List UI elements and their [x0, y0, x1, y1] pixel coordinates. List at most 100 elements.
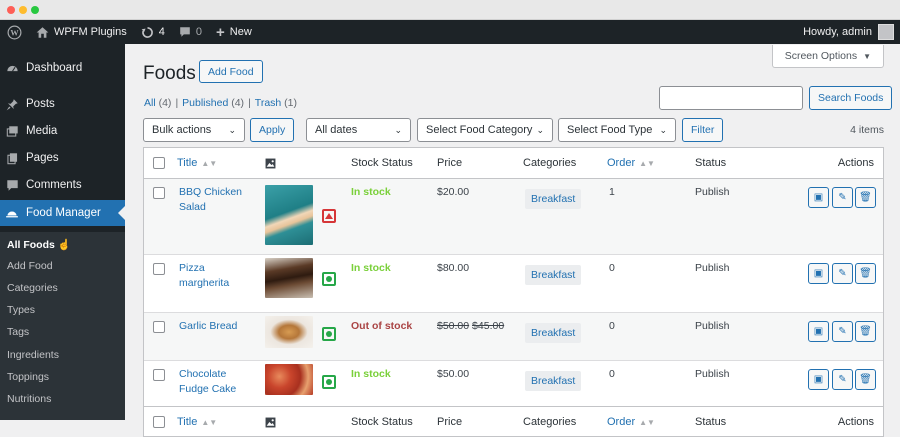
edit-button[interactable]: ✎ [832, 369, 853, 390]
column-header-order[interactable]: Order ▲▼ [607, 148, 655, 178]
submenu-item-toppings[interactable]: Toppings [7, 371, 49, 383]
food-thumbnail [265, 258, 313, 298]
food-category-select[interactable]: Select Food Category ⌄ [417, 118, 553, 142]
sidebar-item-pages[interactable]: Pages [0, 145, 125, 171]
filter-published-link[interactable]: Published [182, 97, 228, 109]
food-thumbnail [265, 364, 313, 395]
chevron-down-icon: ⌄ [659, 124, 667, 135]
edit-button[interactable]: ✎ [832, 321, 853, 342]
food-title-link[interactable]: BBQ Chicken Salad [179, 185, 242, 215]
pushpin-icon [5, 97, 19, 111]
sidebar-item-media[interactable]: Media [0, 118, 125, 144]
column-header-stock: Stock Status [351, 157, 413, 169]
row-checkbox[interactable] [153, 263, 165, 275]
site-name-link[interactable]: WPFM Plugins [29, 20, 134, 44]
updates-link[interactable]: 4 [134, 20, 172, 44]
submenu-item-nutritions[interactable]: Nutritions [7, 393, 51, 405]
search-input[interactable] [659, 86, 803, 110]
submenu-item-add-food[interactable]: Add Food [7, 260, 53, 272]
row-checkbox[interactable] [153, 369, 165, 381]
comments-link[interactable]: 0 [172, 20, 209, 44]
view-button[interactable]: ▣ [808, 369, 829, 390]
food-manager-submenu: All Foods ☝ Add Food Categories Types Ta… [0, 232, 125, 420]
submenu-item-categories[interactable]: Categories [7, 282, 58, 294]
view-button[interactable]: ▣ [808, 321, 829, 342]
price: $80.00 [437, 262, 470, 274]
row-checkbox[interactable] [153, 321, 165, 333]
trash-icon: 🗑 [859, 192, 872, 203]
column-header-title[interactable]: Title ▲▼ [177, 148, 217, 178]
status-value: Publish [695, 320, 730, 332]
view-button[interactable]: ▣ [808, 263, 829, 284]
sidebar-item-comments[interactable]: Comments [0, 172, 125, 198]
delete-button[interactable]: 🗑 [855, 187, 876, 208]
view-icon: ▣ [813, 374, 824, 385]
maximize-window-button[interactable] [31, 6, 39, 14]
sidebar-item-label: Dashboard [26, 62, 83, 74]
search-foods-button[interactable]: Search Foods [809, 86, 893, 110]
submenu-item-types[interactable]: Types [7, 304, 35, 316]
items-count: 4 items [850, 124, 884, 136]
category-badge[interactable]: Breakfast [525, 371, 582, 391]
sidebar-item-label: Food Manager [26, 207, 101, 219]
screen-options-button[interactable]: Screen Options ▼ [771, 45, 884, 68]
status-value: Publish [695, 262, 730, 274]
order-value: 0 [609, 368, 615, 380]
sidebar-item-label: Comments [26, 179, 82, 191]
apply-button[interactable]: Apply [250, 118, 295, 142]
delete-button[interactable]: 🗑 [855, 321, 876, 342]
sort-icon: ▲▼ [639, 417, 655, 427]
main-content: Screen Options ▼ Foods Add Food All (4) … [125, 44, 900, 437]
submenu-item-tags[interactable]: Tags [7, 326, 29, 338]
filter-trash-link[interactable]: Trash [255, 97, 281, 109]
select-all-checkbox[interactable] [153, 157, 165, 169]
sidebar-item-label: Pages [26, 152, 59, 164]
comment-bubble-icon [180, 27, 190, 37]
column-footer-image [265, 407, 276, 437]
minimize-window-button[interactable] [19, 6, 27, 14]
filter-button[interactable]: Filter [682, 118, 724, 142]
food-title-link[interactable]: Chocolate Fudge Cake [179, 367, 236, 397]
submenu-item-all-foods[interactable]: All Foods ☝ [7, 238, 71, 251]
column-header-actions: Actions [837, 157, 874, 169]
delete-button[interactable]: 🗑 [855, 369, 876, 390]
cursor-hand-icon: ☝ [57, 239, 71, 251]
stock-status: In stock [351, 262, 391, 274]
close-window-button[interactable] [7, 6, 15, 14]
filter-all-link[interactable]: All [144, 97, 156, 109]
my-account-link[interactable]: Howdy, admin [803, 24, 900, 40]
food-title-link[interactable]: Pizza margherita [179, 261, 229, 291]
sidebar-item-posts[interactable]: Posts [0, 91, 125, 117]
trash-icon: 🗑 [859, 326, 872, 337]
submenu-item-ingredients[interactable]: Ingredients [7, 349, 59, 361]
column-footer-status: Status [695, 416, 727, 428]
column-footer-title[interactable]: Title ▲▼ [177, 407, 217, 437]
sidebar-item-dashboard[interactable]: Dashboard [0, 55, 125, 81]
select-all-checkbox-footer[interactable] [153, 416, 165, 428]
column-footer-categories: Categories [523, 416, 577, 428]
sidebar-item-food-manager[interactable]: Food Manager [0, 200, 125, 226]
pencil-icon: ✎ [838, 374, 847, 385]
category-badge[interactable]: Breakfast [525, 189, 582, 209]
svg-text:W: W [10, 28, 19, 37]
home-icon [36, 26, 49, 38]
category-badge[interactable]: Breakfast [525, 265, 582, 285]
category-badge[interactable]: Breakfast [525, 323, 582, 343]
bulk-actions-select[interactable]: Bulk actions ⌄ [143, 118, 245, 142]
wordpress-logo-button[interactable]: W [0, 20, 29, 44]
food-type-select[interactable]: Select Food Type ⌄ [558, 118, 676, 142]
add-food-button[interactable]: Add Food [199, 60, 263, 83]
new-label: New [229, 26, 252, 38]
dates-select[interactable]: All dates ⌄ [306, 118, 411, 142]
new-content-link[interactable]: + New [209, 20, 259, 44]
edit-button[interactable]: ✎ [832, 263, 853, 284]
table-row: Chocolate Fudge Cake In stock $50.00 Brea… [144, 361, 883, 405]
food-title-link[interactable]: Garlic Bread [179, 319, 237, 334]
row-checkbox[interactable] [153, 187, 165, 199]
edit-button[interactable]: ✎ [832, 187, 853, 208]
column-footer-order[interactable]: Order ▲▼ [607, 407, 655, 437]
wordpress-logo-icon: W [7, 25, 22, 39]
image-icon [265, 158, 276, 168]
view-button[interactable]: ▣ [808, 187, 829, 208]
delete-button[interactable]: 🗑 [855, 263, 876, 284]
